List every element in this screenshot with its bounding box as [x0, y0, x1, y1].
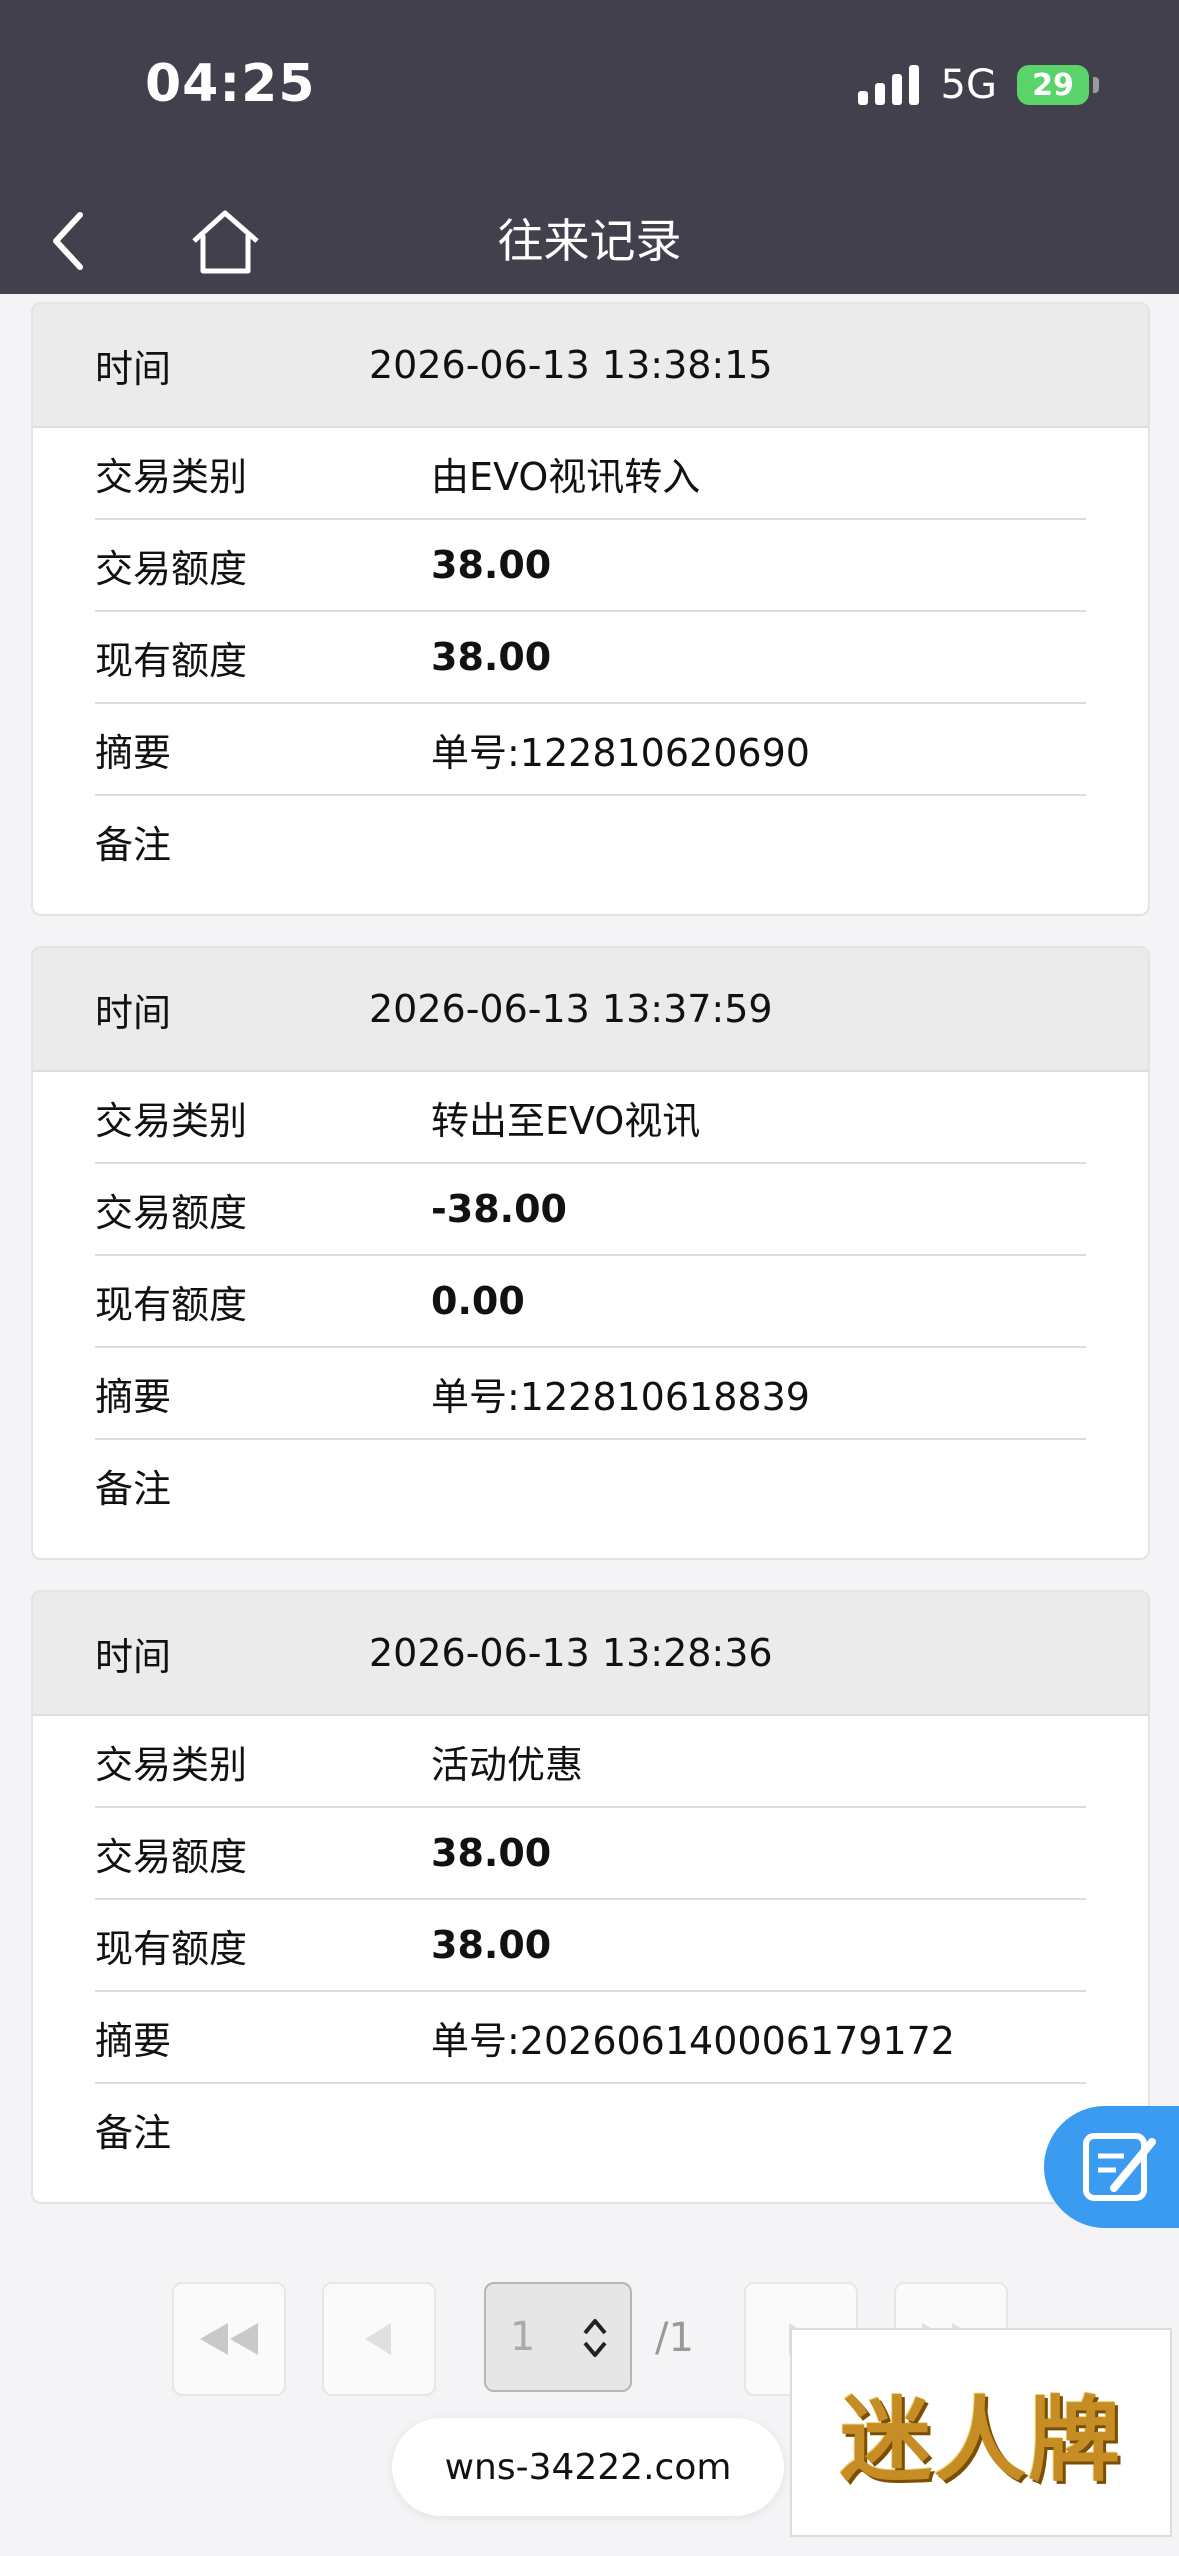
brand-logo: 迷人牌: [790, 2328, 1172, 2537]
logo-text: 迷人牌: [839, 2386, 1122, 2494]
domain-text: wns-34222.com: [444, 2446, 732, 2488]
page-title: 往来记录: [497, 214, 682, 268]
summary-label: 摘要: [95, 2018, 172, 2063]
balance-value: 38.00: [431, 635, 552, 679]
balance-value: 0.00: [431, 1279, 525, 1323]
domain-link[interactable]: wns-34222.com: [392, 2418, 784, 2516]
note-label: 备注: [95, 2110, 172, 2155]
time-label: 时间: [95, 1634, 172, 1679]
time-value: 2026-06-13 13:37:59: [369, 987, 773, 1031]
time-label: 时间: [95, 346, 172, 391]
balance-row: 现有额度 0.00: [95, 1256, 1086, 1348]
network-label: 5G: [940, 62, 997, 108]
top-bar: 04:25 5G 29 往来记录: [0, 0, 1179, 294]
first-page-icon: [200, 2323, 258, 2355]
prev-page-icon: [365, 2323, 391, 2355]
summary-label: 摘要: [95, 730, 172, 775]
summary-row: 摘要 单号:202606140006179172: [95, 1992, 1086, 2084]
record-time-row: 时间 2026-06-13 13:37:59: [33, 948, 1148, 1072]
record-card: 时间 2026-06-13 13:38:15 交易类别 由EVO视讯转入 交易额…: [31, 302, 1150, 916]
type-label: 交易类别: [95, 1098, 248, 1143]
time-value: 2026-06-13 13:28:36: [369, 1631, 773, 1675]
amount-row: 交易额度 38.00: [95, 1808, 1086, 1900]
select-chevron-icon: [583, 2319, 607, 2357]
page-select[interactable]: 1: [484, 2282, 632, 2392]
status-time: 04:25: [145, 54, 316, 114]
type-row: 交易类别 活动优惠: [95, 1716, 1086, 1808]
note-row: 备注: [95, 1440, 1086, 1530]
summary-row: 摘要 单号:122810620690: [95, 704, 1086, 796]
type-value: 活动优惠: [431, 1742, 584, 1787]
note-label: 备注: [95, 822, 172, 867]
first-page-button[interactable]: [172, 2282, 286, 2396]
summary-row: 摘要 单号:122810618839: [95, 1348, 1086, 1440]
record-card: 时间 2026-06-13 13:37:59 交易类别 转出至EVO视讯 交易额…: [31, 946, 1150, 1560]
summary-label: 摘要: [95, 1374, 172, 1419]
time-value: 2026-06-13 13:38:15: [369, 343, 773, 387]
record-time-row: 时间 2026-06-13 13:38:15: [33, 304, 1148, 428]
amount-value: 38.00: [431, 1831, 552, 1875]
balance-label: 现有额度: [95, 638, 248, 683]
amount-label: 交易额度: [95, 1834, 248, 1879]
amount-label: 交易额度: [95, 546, 248, 591]
type-value: 由EVO视讯转入: [431, 454, 701, 499]
note-label: 备注: [95, 1466, 172, 1511]
type-label: 交易类别: [95, 454, 248, 499]
note-row: 备注: [95, 796, 1086, 886]
type-row: 交易类别 由EVO视讯转入: [95, 428, 1086, 520]
balance-row: 现有额度 38.00: [95, 1900, 1086, 1992]
amount-label: 交易额度: [95, 1190, 248, 1235]
amount-row: 交易额度 -38.00: [95, 1164, 1086, 1256]
amount-value: 38.00: [431, 543, 552, 587]
record-time-row: 时间 2026-06-13 13:28:36: [33, 1592, 1148, 1716]
prev-page-button[interactable]: [322, 2282, 436, 2396]
total-pages: /1: [655, 2315, 694, 2361]
record-card: 时间 2026-06-13 13:28:36 交易类别 活动优惠 交易额度 38…: [31, 1590, 1150, 2204]
amount-row: 交易额度 38.00: [95, 520, 1086, 612]
note-row: 备注: [95, 2084, 1086, 2174]
balance-label: 现有额度: [95, 1282, 248, 1327]
signal-icon: [857, 65, 919, 105]
balance-row: 现有额度 38.00: [95, 612, 1086, 704]
battery-icon: 29: [1017, 65, 1099, 105]
summary-value: 单号:122810618839: [431, 1374, 810, 1419]
battery-level: 29: [1032, 67, 1074, 103]
type-value: 转出至EVO视讯: [431, 1098, 701, 1143]
summary-value: 单号:202606140006179172: [431, 2018, 955, 2063]
summary-value: 单号:122810620690: [431, 730, 810, 775]
edit-fab-button[interactable]: [1044, 2106, 1179, 2228]
amount-value: -38.00: [431, 1187, 567, 1231]
current-page: 1: [510, 2314, 536, 2360]
type-row: 交易类别 转出至EVO视讯: [95, 1072, 1086, 1164]
balance-label: 现有额度: [95, 1926, 248, 1971]
balance-value: 38.00: [431, 1923, 552, 1967]
status-indicators: 5G 29: [857, 62, 1099, 108]
time-label: 时间: [95, 990, 172, 1035]
edit-note-icon: [1083, 2133, 1156, 2201]
type-label: 交易类别: [95, 1742, 248, 1787]
